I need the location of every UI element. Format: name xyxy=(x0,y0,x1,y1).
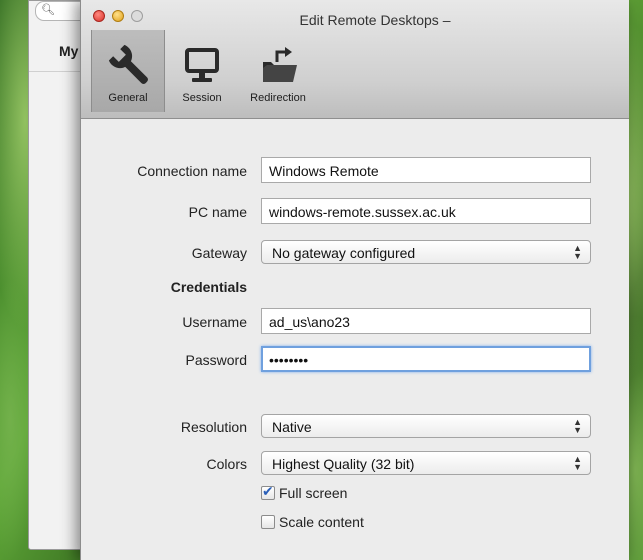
folder-redirect-icon xyxy=(263,47,297,82)
credentials-heading: Credentials xyxy=(170,279,247,295)
chevron-updown-icon: ▲ ▼ xyxy=(573,454,582,472)
colors-select[interactable]: Highest Quality (32 bit) ▲ ▼ xyxy=(261,451,591,475)
scale-content-checkbox[interactable]: Scale content xyxy=(261,514,364,530)
chevron-updown-icon: ▲ ▼ xyxy=(573,243,582,261)
resolution-value: Native xyxy=(272,419,312,435)
full-screen-label: Full screen xyxy=(279,485,348,501)
password-field[interactable]: •••••••• xyxy=(261,346,591,372)
resolution-row: Resolution Native ▲ ▼ xyxy=(81,413,629,443)
gateway-label: Gateway xyxy=(191,245,247,261)
checkbox-unchecked-icon[interactable] xyxy=(261,515,275,529)
resolution-label: Resolution xyxy=(180,419,247,435)
password-row: Password •••••••• xyxy=(81,346,629,376)
edit-remote-desktop-dialog: Edit Remote Desktops – General Session R… xyxy=(80,0,629,560)
connection-name-label: Connection name xyxy=(137,163,247,179)
gateway-value: No gateway configured xyxy=(272,245,416,261)
gateway-select[interactable]: No gateway configured ▲ ▼ xyxy=(261,240,591,264)
pc-name-field[interactable]: windows-remote.sussex.ac.uk xyxy=(261,198,591,224)
tab-session[interactable]: Session xyxy=(165,30,239,112)
window-title: Edit Remote Desktops – xyxy=(299,12,451,28)
wrench-icon xyxy=(108,44,148,84)
chevron-updown-icon: ▲ ▼ xyxy=(573,417,582,435)
tab-redirection[interactable]: Redirection xyxy=(241,30,315,112)
colors-value: Highest Quality (32 bit) xyxy=(272,456,415,472)
username-field[interactable]: ad_us\ano23 xyxy=(261,308,591,334)
username-label: Username xyxy=(182,314,247,330)
credentials-heading-row: Credentials xyxy=(81,273,629,303)
background-window-title: My xyxy=(59,43,79,59)
checkbox-checked-icon[interactable] xyxy=(261,483,275,500)
search-icon: 🔍︎ xyxy=(41,4,55,16)
resolution-select[interactable]: Native ▲ ▼ xyxy=(261,414,591,438)
connection-name-field[interactable]: Windows Remote xyxy=(261,157,591,183)
tab-general[interactable]: General xyxy=(91,30,165,112)
tab-redirection-label: Redirection xyxy=(250,92,306,104)
general-panel: Connection name Windows Remote PC name w… xyxy=(81,119,629,560)
colors-label: Colors xyxy=(206,456,247,472)
tab-session-label: Session xyxy=(182,92,222,104)
colors-row: Colors Highest Quality (32 bit) ▲ ▼ xyxy=(81,450,629,480)
connection-name-row: Connection name Windows Remote xyxy=(81,157,629,187)
tab-general-label: General xyxy=(108,92,148,104)
pc-name-row: PC name windows-remote.sussex.ac.uk xyxy=(81,198,629,228)
gateway-row: Gateway No gateway configured ▲ ▼ xyxy=(81,239,629,269)
monitor-icon xyxy=(185,48,219,82)
pc-name-label: PC name xyxy=(188,204,247,220)
scale-content-label: Scale content xyxy=(279,514,364,530)
toolbar: Edit Remote Desktops – General Session R… xyxy=(81,0,629,119)
password-label: Password xyxy=(185,352,247,368)
full-screen-checkbox[interactable]: Full screen xyxy=(261,483,348,501)
username-row: Username ad_us\ano23 xyxy=(81,308,629,338)
